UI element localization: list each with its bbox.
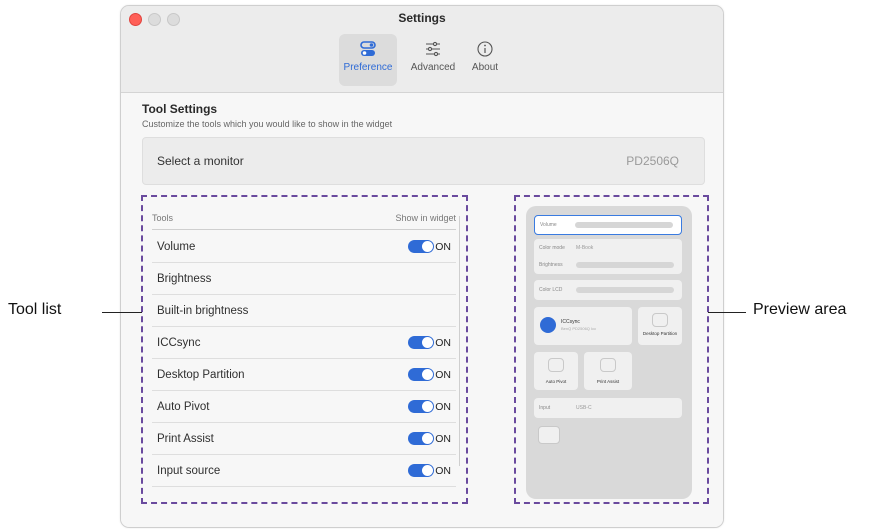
tab-label: About xyxy=(471,62,499,73)
section-subtitle: Customize the tools which you would like… xyxy=(142,119,393,129)
monitor-selector[interactable]: Select a monitor PD2506Q xyxy=(142,137,705,185)
info-icon xyxy=(477,41,493,57)
tab-label: Advanced xyxy=(410,62,456,73)
toggle-icon xyxy=(360,41,376,56)
title-bar: Settings xyxy=(121,6,723,30)
monitor-selector-value: PD2506Q xyxy=(626,154,679,168)
tab-advanced[interactable]: Advanced xyxy=(404,34,462,86)
tab-preference[interactable]: Preference xyxy=(339,34,397,86)
window-title: Settings xyxy=(398,11,446,25)
preview-area-callout-line xyxy=(708,312,746,313)
tab-label: Preference xyxy=(343,62,393,73)
section-title: Tool Settings xyxy=(142,102,218,116)
tool-list-callout-line xyxy=(102,312,142,313)
toolbar: Preference Advanced About xyxy=(121,30,723,93)
monitor-selector-label: Select a monitor xyxy=(157,154,244,168)
tab-about[interactable]: About xyxy=(456,34,514,86)
preview-area-callout: Preview area xyxy=(753,301,847,318)
tool-list-highlight xyxy=(141,195,468,504)
tool-list-callout: Tool list xyxy=(8,301,62,318)
preview-area-highlight xyxy=(514,195,709,504)
sliders-icon xyxy=(426,41,440,57)
